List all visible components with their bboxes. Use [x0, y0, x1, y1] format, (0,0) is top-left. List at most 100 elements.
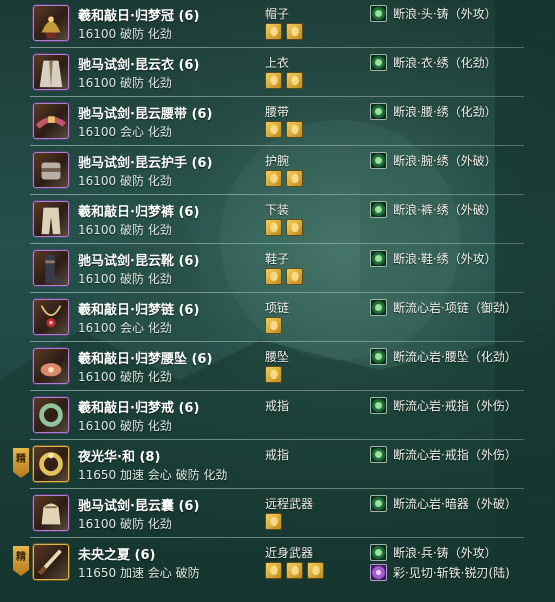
gem-icon[interactable] — [265, 562, 282, 579]
gem-icon[interactable] — [265, 513, 282, 530]
item-stats: 11650 加速 会心 破防 化劲 — [78, 468, 228, 482]
item-name: 驰马试剑·昆云护手 (6) — [78, 156, 213, 171]
slot-label: 下装 — [265, 203, 290, 217]
enhancement-text: 断浪·衣·绣（化劲） — [393, 56, 497, 70]
item-name: 未央之夏 (6) — [78, 548, 156, 563]
equipment-row[interactable]: 羲和敲日·归梦冠 (6) 16100 破防 化劲 帽子 断浪·头·铸（外攻） — [0, 0, 524, 48]
pants-icon[interactable] — [33, 201, 69, 237]
gem-icon[interactable] — [265, 317, 282, 334]
slot-label: 帽子 — [265, 7, 290, 21]
gem-icon[interactable] — [307, 562, 324, 579]
item-stats: 16100 破防 化劲 — [78, 370, 172, 384]
equipment-row[interactable]: 精 夜光华·和 (8) 11650 加速 会心 破防 化劲 戒指 断流心岩·戒指（外伤） — [0, 440, 524, 489]
gem-icon[interactable] — [265, 170, 282, 187]
equipment-row[interactable]: 羲和敲日·归梦戒 (6) 16100 破防 化劲 戒指 断流心岩·戒指（外伤） — [0, 391, 524, 440]
enhancement-icon[interactable] — [370, 446, 387, 463]
enhancement-icon[interactable] — [370, 299, 387, 316]
enhancement-text: 断流心岩·腰坠（化劲） — [393, 350, 517, 364]
color-stone-text: 彩·见切·斩铁·锐刃(陆) — [393, 566, 510, 580]
item-stats: 16100 破防 化劲 — [78, 27, 172, 41]
gem-icon[interactable] — [265, 366, 282, 383]
enhancement-icon[interactable] — [370, 201, 387, 218]
item-stats: 16100 会心 化劲 — [78, 125, 172, 139]
pouch-icon[interactable] — [33, 495, 69, 531]
slot-label: 上衣 — [265, 56, 290, 70]
gem-icon[interactable] — [265, 219, 282, 236]
enhancement-icon[interactable] — [370, 54, 387, 71]
ring-icon[interactable] — [33, 397, 69, 433]
enhancement-text: 断浪·腰·绣（化劲） — [393, 105, 497, 119]
item-stats: 11650 加速 会心 破防 — [78, 566, 200, 580]
gem-sockets — [265, 219, 303, 237]
item-name: 羲和敲日·归梦链 (6) — [78, 303, 200, 318]
enhancement-icon[interactable] — [370, 250, 387, 267]
slot-label: 鞋子 — [265, 252, 290, 266]
equipment-row[interactable]: 驰马试剑·昆云腰带 (6) 16100 会心 化劲 腰带 断浪·腰·绣（化劲） — [0, 97, 524, 146]
slot-label: 腰坠 — [265, 350, 290, 364]
gem-icon[interactable] — [265, 268, 282, 285]
gem-icon[interactable] — [286, 170, 303, 187]
enhancement-icon[interactable] — [370, 397, 387, 414]
gem-sockets — [265, 366, 282, 384]
item-stats: 16100 破防 化劲 — [78, 223, 172, 237]
robe-icon[interactable] — [33, 54, 69, 90]
gem-icon[interactable] — [286, 23, 303, 40]
slot-label: 近身武器 — [265, 546, 314, 560]
helmet-icon[interactable] — [33, 5, 69, 41]
gem-sockets — [265, 268, 303, 286]
boots-icon[interactable] — [33, 250, 69, 286]
gem-icon[interactable] — [265, 23, 282, 40]
ring-gold-icon[interactable] — [33, 446, 69, 482]
gem-sockets — [265, 72, 303, 90]
gem-icon[interactable] — [286, 268, 303, 285]
item-name: 夜光华·和 (8) — [78, 450, 161, 465]
item-stats: 16100 会心 化劲 — [78, 321, 172, 335]
bracer-icon[interactable] — [33, 152, 69, 188]
enhancement-icon[interactable] — [370, 152, 387, 169]
item-name: 羲和敲日·归梦裤 (6) — [78, 205, 200, 220]
necklace-icon[interactable] — [33, 299, 69, 335]
item-name: 羲和敲日·归梦冠 (6) — [78, 9, 200, 24]
weapon-icon[interactable] — [33, 544, 69, 580]
color-stone-icon[interactable] — [370, 564, 387, 581]
gem-icon[interactable] — [265, 121, 282, 138]
slot-label: 戒指 — [265, 399, 290, 413]
enhancement-icon[interactable] — [370, 348, 387, 365]
gem-sockets — [265, 121, 303, 139]
equipment-row[interactable]: 羲和敲日·归梦链 (6) 16100 会心 化劲 项链 断流心岩·项链（御劲） — [0, 293, 524, 342]
slot-label: 项链 — [265, 301, 290, 315]
pendant-icon[interactable] — [33, 348, 69, 384]
equipment-row[interactable]: 驰马试剑·昆云囊 (6) 16100 破防 化劲 远程武器 断流心岩·暗器（外破） — [0, 489, 524, 538]
gem-sockets — [265, 562, 324, 580]
refined-badge: 精 — [13, 448, 29, 478]
enhancement-text: 断浪·裤·绣（外破） — [393, 203, 497, 217]
gem-icon[interactable] — [286, 121, 303, 138]
enhancement-text: 断流心岩·暗器（外破） — [393, 497, 517, 511]
item-stats: 16100 破防 化劲 — [78, 76, 172, 90]
equipment-row[interactable]: 驰马试剑·昆云护手 (6) 16100 破防 化劲 护腕 断浪·腕·绣（外破） — [0, 146, 524, 195]
item-stats: 16100 破防 化劲 — [78, 517, 172, 531]
gem-sockets — [265, 513, 282, 531]
enhancement-text: 断流心岩·戒指（外伤） — [393, 399, 517, 413]
enhancement-icon[interactable] — [370, 5, 387, 22]
equipment-row[interactable]: 驰马试剑·昆云靴 (6) 16100 破防 化劲 鞋子 断浪·鞋·绣（外攻） — [0, 244, 524, 293]
equipment-row[interactable]: 羲和敲日·归梦裤 (6) 16100 破防 化劲 下装 断浪·裤·绣（外破） — [0, 195, 524, 244]
gem-icon[interactable] — [286, 219, 303, 236]
gem-icon[interactable] — [265, 72, 282, 89]
enhancement-text: 断浪·腕·绣（外破） — [393, 154, 497, 168]
belt-icon[interactable] — [33, 103, 69, 139]
slot-label: 腰带 — [265, 105, 290, 119]
enhancement-icon[interactable] — [370, 544, 387, 561]
equipment-row[interactable]: 驰马试剑·昆云衣 (6) 16100 破防 化劲 上衣 断浪·衣·绣（化劲） — [0, 48, 524, 97]
item-name: 驰马试剑·昆云囊 (6) — [78, 499, 200, 514]
enhancement-text: 断浪·鞋·绣（外攻） — [393, 252, 497, 266]
enhancement-icon[interactable] — [370, 103, 387, 120]
enhancement-text: 断流心岩·项链（御劲） — [393, 301, 517, 315]
equipment-row[interactable]: 精 未央之夏 (6) 11650 加速 会心 破防 近身武器 断浪·兵·铸（外攻） 彩·见… — [0, 538, 524, 587]
gem-icon[interactable] — [286, 72, 303, 89]
slot-label: 护腕 — [265, 154, 290, 168]
enhancement-icon[interactable] — [370, 495, 387, 512]
equipment-row[interactable]: 羲和敲日·归梦腰坠 (6) 16100 破防 化劲 腰坠 断流心岩·腰坠（化劲） — [0, 342, 524, 391]
gem-icon[interactable] — [286, 562, 303, 579]
enhancement-text: 断浪·头·铸（外攻） — [393, 7, 497, 21]
